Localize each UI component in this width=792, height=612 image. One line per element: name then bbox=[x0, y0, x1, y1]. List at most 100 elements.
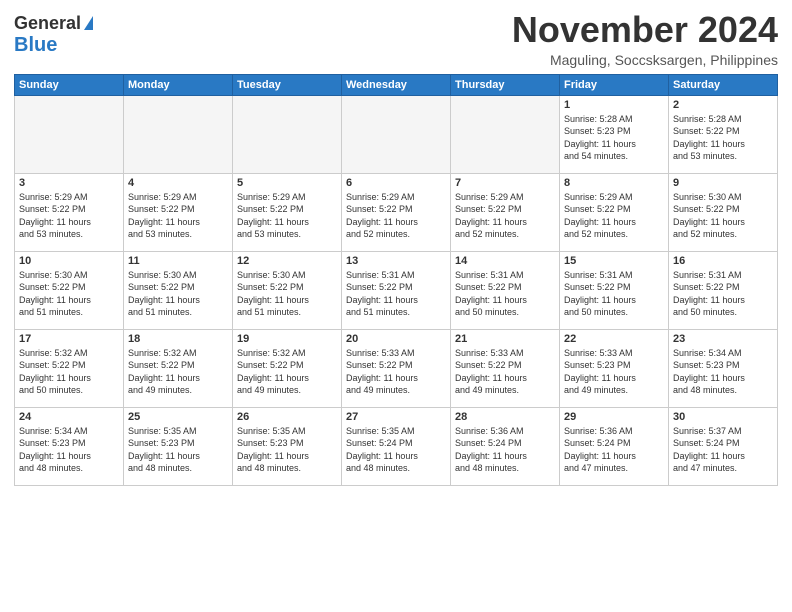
weekday-header-wednesday: Wednesday bbox=[342, 74, 451, 95]
day-cell-22: 22 Sunrise: 5:33 AM Sunset: 5:23 PM Dayli… bbox=[560, 329, 669, 407]
day-number: 2 bbox=[673, 99, 773, 111]
day-info: Sunrise: 5:31 AM Sunset: 5:22 PM Dayligh… bbox=[673, 269, 773, 319]
day-cell-25: 25Sunrise: 5:35 AM Sunset: 5:23 PM Dayli… bbox=[124, 407, 233, 485]
day-info: Sunrise: 5:34 AM Sunset: 5:23 PM Dayligh… bbox=[19, 425, 119, 475]
day-number: 15 bbox=[564, 255, 664, 267]
day-number: 1 bbox=[564, 99, 664, 111]
day-number: 27 bbox=[346, 411, 446, 423]
day-cell-8: 8 Sunrise: 5:29 AM Sunset: 5:22 PM Daylig… bbox=[560, 173, 669, 251]
day-info: Sunrise: 5:37 AM Sunset: 5:24 PM Dayligh… bbox=[673, 425, 773, 475]
day-number: 26 bbox=[237, 411, 337, 423]
day-cell-13: 13Sunrise: 5:31 AM Sunset: 5:22 PM Dayli… bbox=[342, 251, 451, 329]
day-info: Sunrise: 5:36 AM Sunset: 5:24 PM Dayligh… bbox=[564, 425, 664, 475]
weekday-header-thursday: Thursday bbox=[451, 74, 560, 95]
logo-triangle-icon bbox=[84, 16, 93, 30]
day-info: Sunrise: 5:28 AM Sunset: 5:23 PM Dayligh… bbox=[564, 113, 664, 163]
day-number: 8 bbox=[564, 177, 664, 189]
day-number: 30 bbox=[673, 411, 773, 423]
week-row-2: 3 Sunrise: 5:29 AM Sunset: 5:22 PM Daylig… bbox=[15, 173, 778, 251]
day-cell-27: 27 Sunrise: 5:35 AM Sunset: 5:24 PM Dayli… bbox=[342, 407, 451, 485]
day-number: 19 bbox=[237, 333, 337, 345]
day-cell-5: 5Sunrise: 5:29 AM Sunset: 5:22 PM Daylig… bbox=[233, 173, 342, 251]
day-info: Sunrise: 5:29 AM Sunset: 5:22 PM Dayligh… bbox=[128, 191, 228, 241]
day-number: 6 bbox=[346, 177, 446, 189]
day-info: Sunrise: 5:32 AM Sunset: 5:22 PM Dayligh… bbox=[128, 347, 228, 397]
day-cell-19: 19 Sunrise: 5:32 AM Sunset: 5:22 PM Dayli… bbox=[233, 329, 342, 407]
day-cell-10: 10Sunrise: 5:30 AM Sunset: 5:22 PM Dayli… bbox=[15, 251, 124, 329]
day-cell-20: 20Sunrise: 5:33 AM Sunset: 5:22 PM Dayli… bbox=[342, 329, 451, 407]
day-info: Sunrise: 5:30 AM Sunset: 5:22 PM Dayligh… bbox=[19, 269, 119, 319]
day-number: 7 bbox=[455, 177, 555, 189]
day-number: 28 bbox=[455, 411, 555, 423]
day-info: Sunrise: 5:32 AM Sunset: 5:22 PM Dayligh… bbox=[237, 347, 337, 397]
day-info: Sunrise: 5:31 AM Sunset: 5:22 PM Dayligh… bbox=[455, 269, 555, 319]
day-number: 29 bbox=[564, 411, 664, 423]
day-number: 11 bbox=[128, 255, 228, 267]
weekday-header-saturday: Saturday bbox=[669, 74, 778, 95]
day-cell-17: 17 Sunrise: 5:32 AM Sunset: 5:22 PM Dayli… bbox=[15, 329, 124, 407]
weekday-header-tuesday: Tuesday bbox=[233, 74, 342, 95]
day-info: Sunrise: 5:29 AM Sunset: 5:22 PM Dayligh… bbox=[19, 191, 119, 241]
empty-cell bbox=[15, 95, 124, 173]
day-number: 3 bbox=[19, 177, 119, 189]
day-number: 14 bbox=[455, 255, 555, 267]
day-cell-21: 21Sunrise: 5:33 AM Sunset: 5:22 PM Dayli… bbox=[451, 329, 560, 407]
location: Maguling, Soccsksargen, Philippines bbox=[512, 52, 778, 68]
day-info: Sunrise: 5:29 AM Sunset: 5:22 PM Dayligh… bbox=[346, 191, 446, 241]
day-info: Sunrise: 5:28 AM Sunset: 5:22 PM Dayligh… bbox=[673, 113, 773, 163]
day-cell-6: 6 Sunrise: 5:29 AM Sunset: 5:22 PM Daylig… bbox=[342, 173, 451, 251]
logo-blue-text: Blue bbox=[14, 34, 57, 56]
calendar-table: SundayMondayTuesdayWednesdayThursdayFrid… bbox=[14, 74, 778, 486]
day-info: Sunrise: 5:32 AM Sunset: 5:22 PM Dayligh… bbox=[19, 347, 119, 397]
day-cell-2: 2 Sunrise: 5:28 AM Sunset: 5:22 PM Daylig… bbox=[669, 95, 778, 173]
day-info: Sunrise: 5:34 AM Sunset: 5:23 PM Dayligh… bbox=[673, 347, 773, 397]
day-info: Sunrise: 5:30 AM Sunset: 5:22 PM Dayligh… bbox=[237, 269, 337, 319]
day-info: Sunrise: 5:29 AM Sunset: 5:22 PM Dayligh… bbox=[564, 191, 664, 241]
day-info: Sunrise: 5:29 AM Sunset: 5:22 PM Dayligh… bbox=[237, 191, 337, 241]
day-number: 17 bbox=[19, 333, 119, 345]
weekday-header-row: SundayMondayTuesdayWednesdayThursdayFrid… bbox=[15, 74, 778, 95]
day-info: Sunrise: 5:30 AM Sunset: 5:22 PM Dayligh… bbox=[128, 269, 228, 319]
day-number: 23 bbox=[673, 333, 773, 345]
day-cell-1: 1 Sunrise: 5:28 AM Sunset: 5:23 PM Daylig… bbox=[560, 95, 669, 173]
day-info: Sunrise: 5:33 AM Sunset: 5:23 PM Dayligh… bbox=[564, 347, 664, 397]
day-number: 12 bbox=[237, 255, 337, 267]
day-cell-7: 7 Sunrise: 5:29 AM Sunset: 5:22 PM Daylig… bbox=[451, 173, 560, 251]
week-row-4: 17 Sunrise: 5:32 AM Sunset: 5:22 PM Dayli… bbox=[15, 329, 778, 407]
page-container: General Blue November 2024 Maguling, Soc… bbox=[0, 0, 792, 492]
day-info: Sunrise: 5:35 AM Sunset: 5:23 PM Dayligh… bbox=[237, 425, 337, 475]
day-cell-29: 29 Sunrise: 5:36 AM Sunset: 5:24 PM Dayli… bbox=[560, 407, 669, 485]
title-section: November 2024 Maguling, Soccsksargen, Ph… bbox=[512, 10, 778, 68]
week-row-5: 24 Sunrise: 5:34 AM Sunset: 5:23 PM Dayli… bbox=[15, 407, 778, 485]
day-cell-15: 15Sunrise: 5:31 AM Sunset: 5:22 PM Dayli… bbox=[560, 251, 669, 329]
day-cell-14: 14 Sunrise: 5:31 AM Sunset: 5:22 PM Dayli… bbox=[451, 251, 560, 329]
month-title: November 2024 bbox=[512, 10, 778, 50]
week-row-1: 1 Sunrise: 5:28 AM Sunset: 5:23 PM Daylig… bbox=[15, 95, 778, 173]
day-cell-16: 16 Sunrise: 5:31 AM Sunset: 5:22 PM Dayli… bbox=[669, 251, 778, 329]
day-info: Sunrise: 5:29 AM Sunset: 5:22 PM Dayligh… bbox=[455, 191, 555, 241]
day-number: 22 bbox=[564, 333, 664, 345]
day-info: Sunrise: 5:35 AM Sunset: 5:23 PM Dayligh… bbox=[128, 425, 228, 475]
day-cell-28: 28Sunrise: 5:36 AM Sunset: 5:24 PM Dayli… bbox=[451, 407, 560, 485]
empty-cell bbox=[342, 95, 451, 173]
day-number: 24 bbox=[19, 411, 119, 423]
empty-cell bbox=[451, 95, 560, 173]
day-cell-30: 30 Sunrise: 5:37 AM Sunset: 5:24 PM Dayli… bbox=[669, 407, 778, 485]
empty-cell bbox=[233, 95, 342, 173]
weekday-header-friday: Friday bbox=[560, 74, 669, 95]
day-number: 9 bbox=[673, 177, 773, 189]
day-cell-11: 11 Sunrise: 5:30 AM Sunset: 5:22 PM Dayli… bbox=[124, 251, 233, 329]
day-cell-3: 3 Sunrise: 5:29 AM Sunset: 5:22 PM Daylig… bbox=[15, 173, 124, 251]
day-cell-12: 12 Sunrise: 5:30 AM Sunset: 5:22 PM Dayli… bbox=[233, 251, 342, 329]
day-cell-9: 9Sunrise: 5:30 AM Sunset: 5:22 PM Daylig… bbox=[669, 173, 778, 251]
day-number: 16 bbox=[673, 255, 773, 267]
empty-cell bbox=[124, 95, 233, 173]
day-info: Sunrise: 5:35 AM Sunset: 5:24 PM Dayligh… bbox=[346, 425, 446, 475]
day-info: Sunrise: 5:33 AM Sunset: 5:22 PM Dayligh… bbox=[346, 347, 446, 397]
logo: General Blue bbox=[14, 14, 93, 56]
day-cell-18: 18Sunrise: 5:32 AM Sunset: 5:22 PM Dayli… bbox=[124, 329, 233, 407]
day-info: Sunrise: 5:31 AM Sunset: 5:22 PM Dayligh… bbox=[346, 269, 446, 319]
day-info: Sunrise: 5:33 AM Sunset: 5:22 PM Dayligh… bbox=[455, 347, 555, 397]
day-cell-26: 26 Sunrise: 5:35 AM Sunset: 5:23 PM Dayli… bbox=[233, 407, 342, 485]
weekday-header-monday: Monday bbox=[124, 74, 233, 95]
